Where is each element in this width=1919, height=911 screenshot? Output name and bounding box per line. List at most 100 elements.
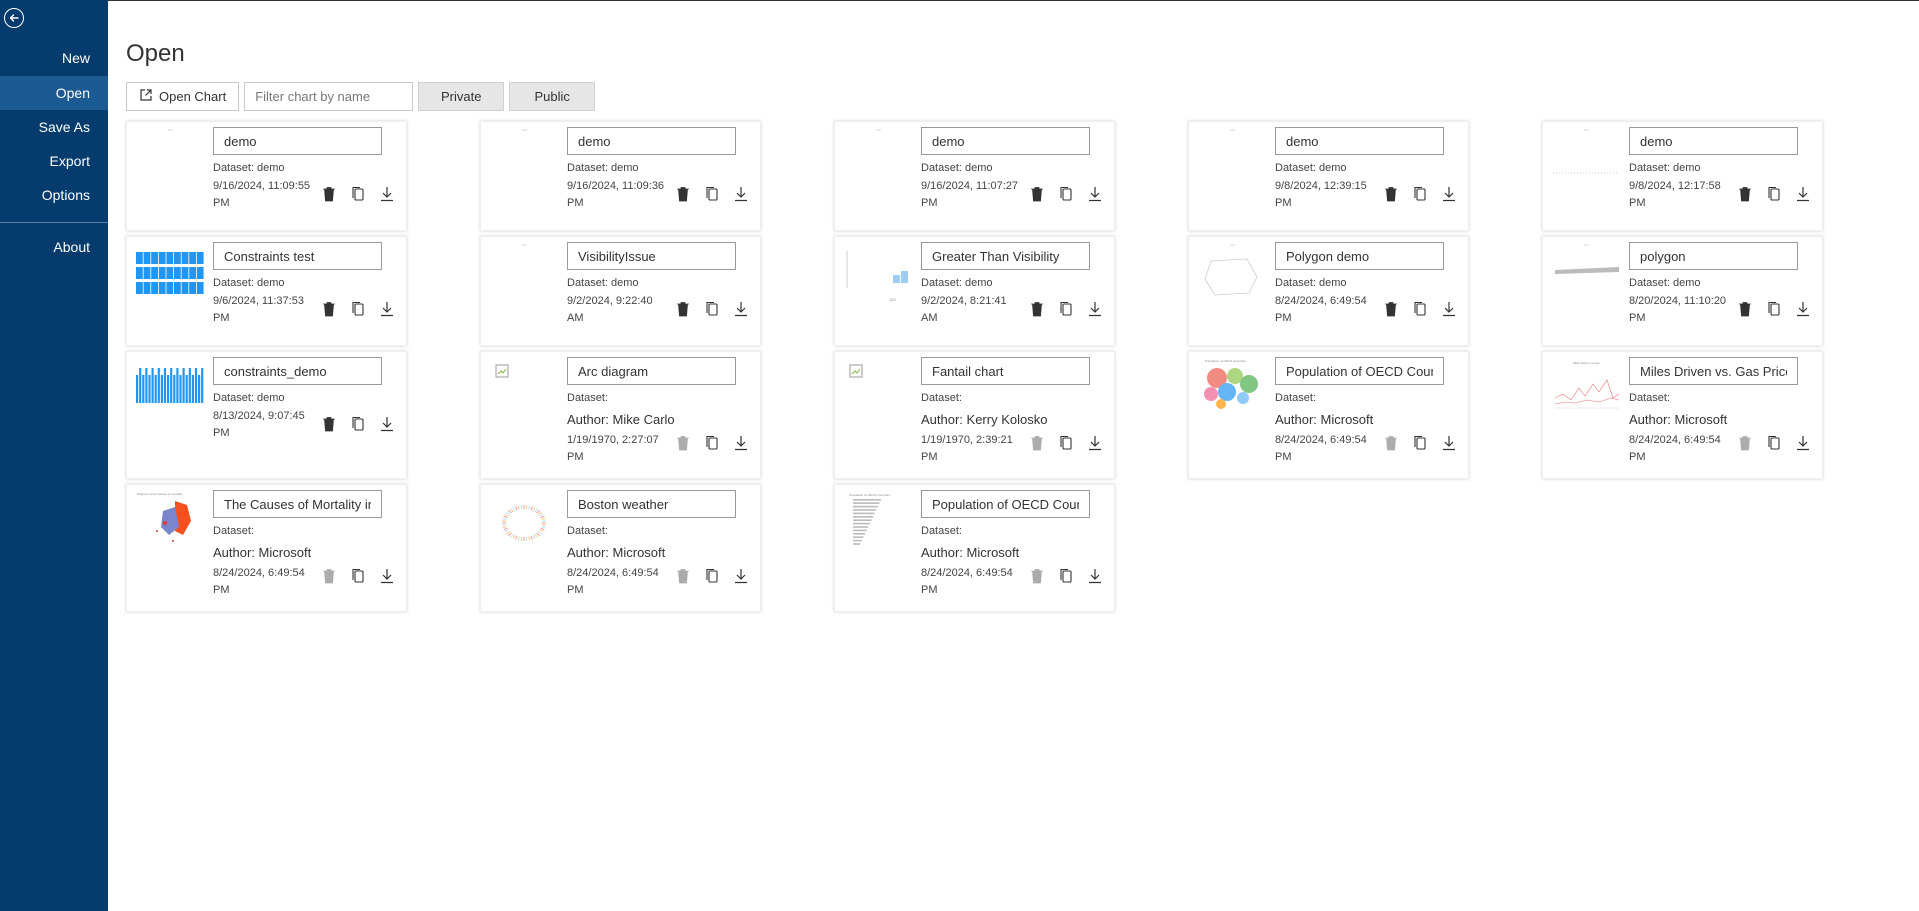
chart-card[interactable]: Dataset: demo 9/2/2024, 9:22:40 AM	[480, 236, 761, 346]
filter-input[interactable]	[244, 82, 414, 111]
chart-thumbnail[interactable]: Diagram of the causes of mortality	[135, 491, 205, 561]
copy-icon[interactable]	[1765, 434, 1783, 452]
chart-name-input[interactable]	[1275, 242, 1444, 270]
open-chart-button[interactable]: Open Chart	[126, 82, 240, 111]
copy-icon[interactable]	[1057, 567, 1075, 585]
copy-icon[interactable]	[1411, 300, 1429, 318]
chart-card[interactable]: Dataset: demo 9/16/2024, 11:09:36 PM	[480, 121, 761, 231]
chart-name-input[interactable]	[213, 490, 382, 518]
chart-card[interactable]: Dataset: demo 8/24/2024, 6:49:54 PM	[1188, 236, 1469, 346]
chart-thumbnail[interactable]: Miles Driven vs Gas	[1551, 358, 1621, 428]
delete-icon[interactable]	[1028, 185, 1046, 203]
chart-thumbnail[interactable]	[489, 491, 559, 561]
copy-icon[interactable]	[1765, 300, 1783, 318]
chart-thumbnail[interactable]	[1551, 128, 1621, 198]
chart-name-input[interactable]	[1629, 127, 1798, 155]
chart-name-input[interactable]	[567, 490, 736, 518]
download-icon[interactable]	[1086, 567, 1104, 585]
copy-icon[interactable]	[703, 434, 721, 452]
delete-icon[interactable]	[1028, 300, 1046, 318]
delete-icon[interactable]	[320, 185, 338, 203]
public-toggle[interactable]: Public	[509, 82, 596, 111]
chart-thumbnail[interactable]	[489, 358, 559, 428]
delete-icon[interactable]	[1382, 185, 1400, 203]
chart-card[interactable]: Dataset: demo 9/6/2024, 11:37:53 PM	[126, 236, 407, 346]
chart-card[interactable]: 120 Dataset: demo 9/2/2024, 8:21:41 AM	[834, 236, 1115, 346]
copy-icon[interactable]	[703, 185, 721, 203]
download-icon[interactable]	[1794, 300, 1812, 318]
download-icon[interactable]	[378, 185, 396, 203]
chart-card[interactable]: Dataset: demo 9/16/2024, 11:07:27 PM	[834, 121, 1115, 231]
chart-name-input[interactable]	[1629, 357, 1798, 385]
chart-name-input[interactable]	[1629, 242, 1798, 270]
delete-icon[interactable]	[1736, 300, 1754, 318]
delete-icon[interactable]	[320, 415, 338, 433]
chart-card[interactable]: Population of OECD Countries Dataset: Auth…	[834, 484, 1115, 612]
chart-thumbnail[interactable]: Population of OECD Countries	[1197, 358, 1267, 428]
chart-card[interactable]: Miles Driven vs Gas Dataset: Author: Micro…	[1542, 351, 1823, 479]
chart-name-input[interactable]	[213, 357, 382, 385]
copy-icon[interactable]	[1765, 185, 1783, 203]
chart-thumbnail[interactable]	[1197, 243, 1267, 313]
nav-item-open[interactable]: Open	[0, 76, 108, 110]
copy-icon[interactable]	[349, 567, 367, 585]
chart-name-input[interactable]	[921, 357, 1090, 385]
download-icon[interactable]	[732, 185, 750, 203]
nav-item-about[interactable]: About	[0, 230, 108, 264]
download-icon[interactable]	[1086, 185, 1104, 203]
delete-icon[interactable]	[674, 300, 692, 318]
delete-icon[interactable]	[1736, 185, 1754, 203]
chart-thumbnail[interactable]: Population of OECD Countries	[843, 491, 913, 561]
download-icon[interactable]	[1086, 434, 1104, 452]
download-icon[interactable]	[1440, 434, 1458, 452]
chart-thumbnail[interactable]: 120	[843, 243, 913, 313]
download-icon[interactable]	[378, 300, 396, 318]
download-icon[interactable]	[1794, 185, 1812, 203]
delete-icon[interactable]	[320, 300, 338, 318]
copy-icon[interactable]	[1057, 300, 1075, 318]
chart-card[interactable]: Dataset: demo 9/8/2024, 12:17:58 PM	[1542, 121, 1823, 231]
copy-icon[interactable]	[1057, 434, 1075, 452]
chart-thumbnail[interactable]	[489, 243, 559, 313]
chart-card[interactable]: Dataset: Author: Microsoft 8/24/2024, 6:49…	[480, 484, 761, 612]
chart-card[interactable]: Diagram of the causes of mortality Datase…	[126, 484, 407, 612]
chart-name-input[interactable]	[1275, 357, 1444, 385]
chart-thumbnail[interactable]	[135, 243, 205, 313]
back-icon[interactable]	[4, 8, 24, 28]
private-toggle[interactable]: Private	[418, 82, 505, 111]
copy-icon[interactable]	[349, 300, 367, 318]
chart-name-input[interactable]	[921, 242, 1090, 270]
chart-card[interactable]: Population of OECD Countries Dataset: Auth…	[1188, 351, 1469, 479]
chart-card[interactable]: Dataset: demo 9/16/2024, 11:09:55 PM	[126, 121, 407, 231]
chart-name-input[interactable]	[567, 127, 736, 155]
chart-name-input[interactable]	[213, 127, 382, 155]
chart-name-input[interactable]	[921, 127, 1090, 155]
chart-thumbnail[interactable]	[489, 128, 559, 198]
nav-item-options[interactable]: Options	[0, 178, 108, 212]
chart-card[interactable]: Dataset: Author: Mike Carlo 1/19/1970, 2:2…	[480, 351, 761, 479]
chart-thumbnail[interactable]	[135, 358, 205, 428]
download-icon[interactable]	[1440, 300, 1458, 318]
download-icon[interactable]	[732, 300, 750, 318]
copy-icon[interactable]	[1411, 434, 1429, 452]
chart-name-input[interactable]	[921, 490, 1090, 518]
copy-icon[interactable]	[1411, 185, 1429, 203]
nav-item-new[interactable]: New	[0, 41, 108, 75]
chart-name-input[interactable]	[1275, 127, 1444, 155]
chart-thumbnail[interactable]	[1551, 243, 1621, 313]
nav-item-save-as[interactable]: Save As	[0, 110, 108, 144]
chart-thumbnail[interactable]	[1197, 128, 1267, 198]
download-icon[interactable]	[378, 415, 396, 433]
chart-card[interactable]: Dataset: demo 8/13/2024, 9:07:45 PM	[126, 351, 407, 479]
chart-thumbnail[interactable]	[135, 128, 205, 198]
copy-icon[interactable]	[349, 185, 367, 203]
copy-icon[interactable]	[1057, 185, 1075, 203]
download-icon[interactable]	[1440, 185, 1458, 203]
chart-name-input[interactable]	[567, 357, 736, 385]
copy-icon[interactable]	[349, 415, 367, 433]
download-icon[interactable]	[732, 434, 750, 452]
delete-icon[interactable]	[1382, 300, 1400, 318]
chart-thumbnail[interactable]	[843, 128, 913, 198]
nav-item-export[interactable]: Export	[0, 144, 108, 178]
download-icon[interactable]	[732, 567, 750, 585]
